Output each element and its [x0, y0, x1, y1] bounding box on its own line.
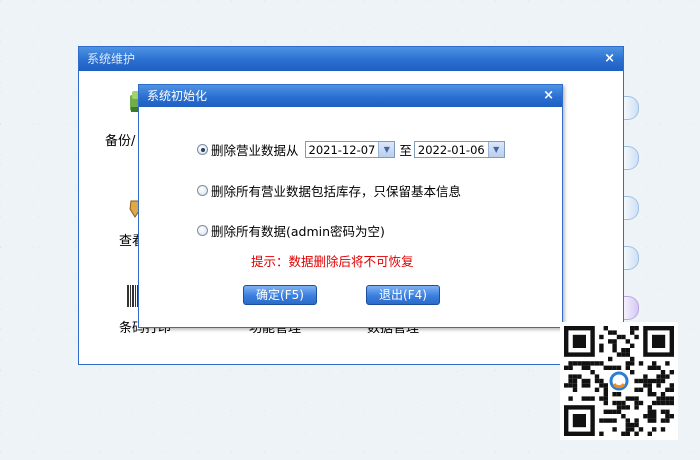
option3-radio[interactable]: [197, 225, 208, 236]
option1-radio[interactable]: [197, 144, 208, 155]
to-date-picker[interactable]: 2022-01-06 ▼: [413, 141, 505, 158]
system-init-dialog: 系统初始化 × 删除营业数据从 2021-12-07 ▼ 至 2022-01-0…: [138, 84, 563, 328]
side-tab-2[interactable]: [624, 146, 639, 170]
option2-radio[interactable]: [197, 185, 208, 196]
option3-label: 删除所有数据(admin密码为空): [211, 224, 385, 239]
side-tab-1[interactable]: [624, 96, 639, 120]
outer-titlebar: 系统维护 ×: [79, 47, 623, 71]
chevron-down-icon[interactable]: ▼: [378, 142, 395, 157]
confirm-button[interactable]: 确定(F5): [243, 285, 317, 305]
option1-label: 删除营业数据从: [211, 143, 299, 158]
dialog-title: 系统初始化: [147, 89, 208, 103]
outer-title: 系统维护: [87, 52, 136, 66]
from-date-picker[interactable]: 2021-12-07 ▼: [304, 141, 396, 158]
warning-text: 提示：数据删除后将不可恢复: [251, 254, 414, 269]
to-label: 至: [399, 143, 412, 158]
backup-label: 备份/: [105, 134, 136, 149]
side-tab-4[interactable]: [624, 246, 639, 270]
dialog-titlebar: 系统初始化 ×: [139, 85, 562, 107]
chevron-down-icon[interactable]: ▼: [487, 142, 504, 157]
side-tab-3[interactable]: [624, 196, 639, 220]
exit-button[interactable]: 退出(F4): [366, 285, 440, 305]
option-delete-all[interactable]: 删除所有数据(admin密码为空): [197, 221, 385, 240]
option-delete-all-business[interactable]: 删除所有营业数据包括库存，只保留基本信息: [197, 181, 461, 200]
dialog-close-icon[interactable]: ×: [543, 85, 554, 107]
option-delete-range[interactable]: 删除营业数据从 2021-12-07 ▼ 至 2022-01-06 ▼: [197, 140, 505, 159]
outer-close-icon[interactable]: ×: [604, 47, 615, 71]
option2-label: 删除所有营业数据包括库存，只保留基本信息: [211, 184, 462, 199]
qr-code-icon: [560, 322, 678, 440]
from-date-value: 2021-12-07: [308, 142, 376, 157]
side-tab-5[interactable]: [624, 296, 639, 320]
to-date-value: 2022-01-06: [417, 142, 485, 157]
